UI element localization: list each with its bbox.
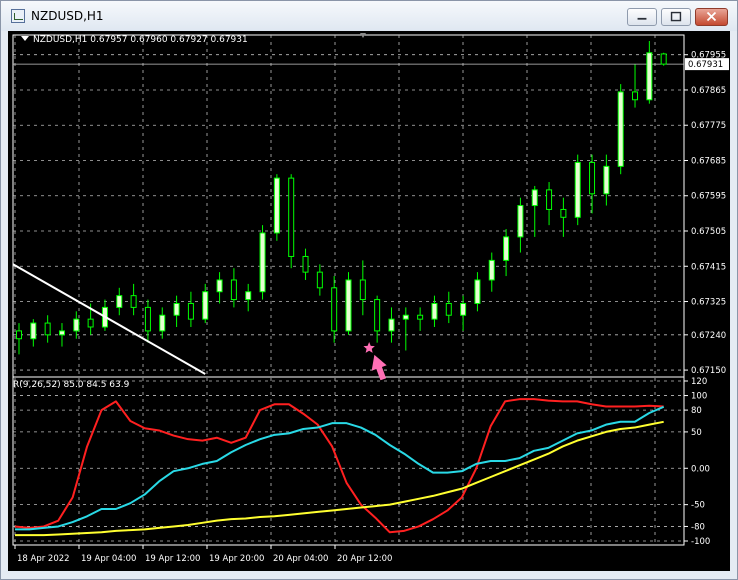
candle-body xyxy=(73,318,80,332)
price-tick-label: 0.67505 xyxy=(691,227,726,237)
dropdown-triangle-icon[interactable] xyxy=(21,36,29,41)
symbol-info-bar[interactable]: NZDUSD,H1 0.67957 0.67960 0.67927 0.6793… xyxy=(21,35,248,45)
candle-body xyxy=(316,271,323,289)
candle-body xyxy=(503,236,510,261)
price-tick-label: 0.67240 xyxy=(691,331,726,341)
candle-body xyxy=(116,295,123,308)
indicator-tick-label: 120 xyxy=(691,377,707,387)
price-tick-label: 0.67595 xyxy=(691,192,726,202)
candle-body xyxy=(388,318,395,332)
time-tick-label: 19 Apr 20:00 xyxy=(209,554,264,564)
maximize-icon xyxy=(670,11,682,22)
candle-body xyxy=(30,322,37,340)
candle-body xyxy=(660,53,667,65)
indicator-tick-label: 0.00 xyxy=(691,464,710,474)
price-chart[interactable]: 0.679550.678650.677750.676850.675950.675… xyxy=(8,31,730,571)
candle-body xyxy=(617,91,624,167)
indicator-line-1 xyxy=(14,398,664,534)
candle-body xyxy=(646,52,653,101)
candle-body xyxy=(460,302,467,316)
indicator-tick-label: -100 xyxy=(691,537,710,547)
price-tick-label: 0.67150 xyxy=(691,366,726,376)
window-title: NZDUSD,H1 xyxy=(31,9,104,23)
candle-body xyxy=(288,177,295,257)
indicator-label: R(9,26,52) 85.0 84.5 63.9 xyxy=(13,380,130,390)
candle-body xyxy=(632,91,639,101)
candle-body xyxy=(202,291,209,320)
time-tick-label: 19 Apr 04:00 xyxy=(81,554,136,564)
price-tick-label: 0.67325 xyxy=(691,298,726,308)
maximize-button[interactable] xyxy=(661,8,691,26)
price-tick-label: 0.67775 xyxy=(691,121,726,131)
candle-body xyxy=(488,259,495,281)
buy-arrow-icon xyxy=(371,354,387,381)
candle-body xyxy=(159,314,166,332)
candle-body xyxy=(417,314,424,320)
time-tick-label: 20 Apr 04:00 xyxy=(273,554,328,564)
price-tick-label: 0.67415 xyxy=(691,262,726,272)
indicator-tick-label: -50 xyxy=(691,501,705,511)
time-tick-label: 18 Apr 2022 xyxy=(17,554,70,564)
minimize-icon xyxy=(637,17,647,20)
candle-body xyxy=(345,279,352,332)
candle-body xyxy=(44,322,51,336)
candle-body xyxy=(302,255,309,273)
title-bar[interactable]: NZDUSD,H1 xyxy=(1,1,737,31)
price-tick-label: 0.67865 xyxy=(691,86,726,96)
candle-body xyxy=(445,302,452,316)
candle-body xyxy=(517,205,524,238)
candle-body xyxy=(273,177,280,234)
close-button[interactable] xyxy=(695,8,728,26)
candle-body xyxy=(603,165,610,195)
indicator-tick-label: 80 xyxy=(691,406,702,416)
candle-body xyxy=(574,161,581,218)
candle-body xyxy=(374,299,381,332)
candle-body xyxy=(474,279,481,304)
time-tick-label: 20 Apr 12:00 xyxy=(337,554,392,564)
candle-body xyxy=(531,189,538,207)
chart-area[interactable]: 0.67955 0.67865 0.67775 0.67685 0.67595 0.675… xyxy=(8,31,730,571)
candle-body xyxy=(87,318,94,328)
chart-window: NZDUSD,H1 0.67955 0.67865 0.67775 0.67685 0.… xyxy=(0,0,738,580)
candle-body xyxy=(546,189,553,210)
candle-body xyxy=(331,287,338,332)
time-tick-label: 19 Apr 12:00 xyxy=(145,554,200,564)
candle-body xyxy=(58,330,65,336)
candle-body xyxy=(216,279,223,293)
candle-body xyxy=(560,208,567,218)
price-tick-label: 0.67685 xyxy=(691,156,726,166)
minimize-button[interactable] xyxy=(627,8,657,26)
candle-body xyxy=(173,302,180,316)
candle-body xyxy=(245,291,252,301)
candle-body xyxy=(402,314,409,320)
chart-app-icon xyxy=(11,9,25,23)
candle-body xyxy=(130,295,137,308)
candle-body xyxy=(230,279,237,301)
indicator-tick-label: 50 xyxy=(691,428,702,438)
candle-body xyxy=(144,306,151,332)
close-icon xyxy=(706,11,717,22)
candle-body xyxy=(187,302,194,320)
candle-body xyxy=(359,279,366,301)
current-price-label: 0.67931 xyxy=(688,60,723,70)
symbol-info: NZDUSD,H1 0.67957 0.67960 0.67927 0.6793… xyxy=(33,35,248,45)
signal-star-icon xyxy=(363,342,375,353)
candle-body xyxy=(259,232,266,293)
indicator-tick-label: 100 xyxy=(691,392,707,402)
candle-body xyxy=(16,330,22,340)
candle-body xyxy=(589,161,596,195)
indicator-tick-label: -80 xyxy=(691,522,705,532)
candle-body xyxy=(431,302,438,320)
